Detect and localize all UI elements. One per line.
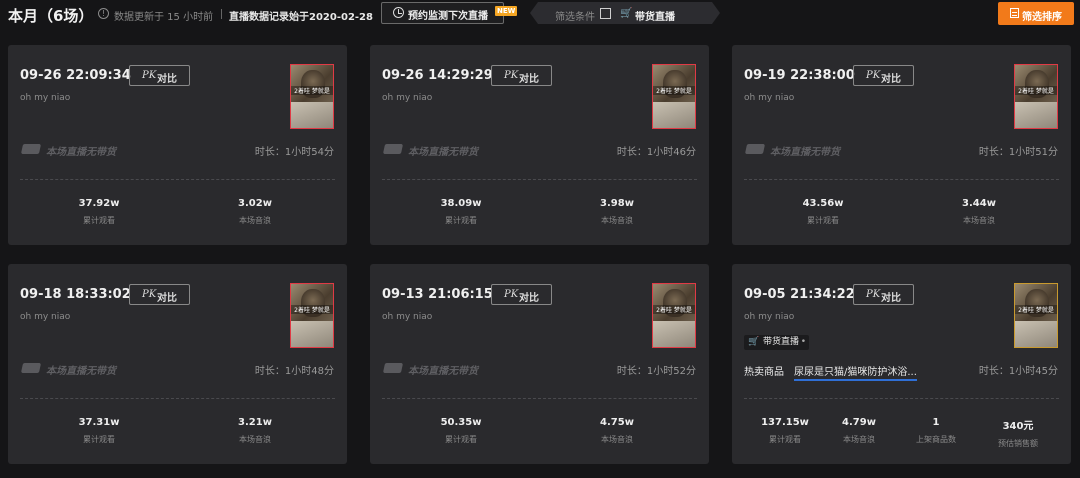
live-card[interactable]: 09-13 21:06:15 PK 对比 oh my niao 2着哇 梦就是 本… [370,264,709,464]
info-icon: ! [98,8,109,19]
live-start-time: 09-19 22:38:00 [744,68,855,83]
pk-compare-button[interactable]: PK 对比 [129,284,190,305]
new-badge: NEW [495,6,518,16]
duration: 时长：1小时45分 [978,366,1058,377]
divider [744,398,1059,399]
streamer-name: oh my niao [744,93,795,103]
stat-sales: 340元 预估销售额 [998,421,1038,448]
hot-product-link[interactable]: 尿尿是只猫/猫咪防护沐浴... [794,363,917,381]
no-goods-icon [20,144,42,154]
stat-views: 38.09w 累计观看 [440,198,482,225]
no-goods-icon [382,363,404,373]
schedule-monitor-label: 预约监测下次直播 [408,11,488,22]
divider [382,179,697,180]
sort-list-icon [1010,8,1019,18]
live-start-time: 09-05 21:34:22 [744,287,855,302]
no-goods-icon [20,363,42,373]
live-commerce-filter-label[interactable]: 带货直播 [635,8,675,23]
pk-compare-button[interactable]: PK 对比 [853,284,914,305]
live-thumbnail[interactable]: 2着哇 梦就是 [290,283,334,348]
stat-views: 37.92w 累计观看 [78,198,120,225]
dot-icon: • [800,337,807,347]
cart-icon: 🛒 [748,337,760,347]
live-card[interactable]: 09-26 22:09:34 PK 对比 oh my niao 2着哇 梦就是 本… [8,45,347,245]
schedule-monitor-button[interactable]: 预约监测下次直播 [381,2,504,24]
streamer-name: oh my niao [20,312,71,322]
live-card[interactable]: 09-18 18:33:02 PK 对比 oh my niao 2着哇 梦就是 本… [8,264,347,464]
divider [20,398,335,399]
live-thumbnail[interactable]: 2着哇 梦就是 [1014,64,1058,129]
no-goods-icon [744,144,766,154]
streamer-name: oh my niao [744,312,795,322]
live-commerce-tag: 🛒 带货直播 • [744,335,810,350]
stat-products: 1 上架商品数 [916,417,956,444]
pk-compare-button[interactable]: PK 对比 [129,65,190,86]
divider [221,9,222,19]
stat-views: 37.31w 累计观看 [78,417,120,444]
live-commerce-checkbox[interactable] [600,8,611,19]
alarm-clock-icon [393,7,404,18]
live-thumbnail[interactable]: 2着哇 梦就是 [652,64,696,129]
filter-sort-label: 筛选排序 [1022,12,1062,23]
live-start-time: 09-18 18:33:02 [20,287,131,302]
pk-compare-button[interactable]: PK 对比 [853,65,914,86]
live-card[interactable]: 09-26 14:29:29 PK 对比 oh my niao 2着哇 梦就是 本… [370,45,709,245]
divider [744,179,1059,180]
stat-sound: 3.98w 本场音浪 [600,198,634,225]
duration: 时长：1小时54分 [254,147,334,158]
pk-compare-button[interactable]: PK 对比 [491,65,552,86]
divider [20,179,335,180]
filter-label: 筛选条件 [555,12,595,23]
live-start-time: 09-26 22:09:34 [20,68,131,83]
stat-views: 43.56w 累计观看 [802,198,844,225]
duration: 时长：1小时46分 [616,147,696,158]
no-goods-icon [382,144,404,154]
live-card[interactable]: 09-19 22:38:00 PK 对比 oh my niao 2着哇 梦就是 本… [732,45,1071,245]
divider [382,398,697,399]
live-thumbnail[interactable]: 2着哇 梦就是 [1014,283,1058,348]
live-thumbnail[interactable]: 2着哇 梦就是 [290,64,334,129]
live-start-time: 09-26 14:29:29 [382,68,493,83]
stat-sound: 3.02w 本场音浪 [238,198,272,225]
stat-views: 50.35w 累计观看 [440,417,482,444]
stat-views: 137.15w 累计观看 [761,417,809,444]
live-start-time: 09-13 21:06:15 [382,287,493,302]
stat-sound: 3.44w 本场音浪 [962,198,996,225]
filter-sort-button[interactable]: 筛选排序 [998,2,1074,25]
cart-icon: 🛒 [620,8,633,19]
pk-compare-button[interactable]: PK 对比 [491,284,552,305]
streamer-name: oh my niao [382,93,433,103]
record-start: 直播数据记录始于2020-02-28 [229,12,373,23]
header: 本月（6场） ! 数据更新于 15 小时前 直播数据记录始于2020-02-28… [0,0,1080,30]
stat-sound: 4.75w 本场音浪 [600,417,634,444]
stat-sound: 3.21w 本场音浪 [238,417,272,444]
live-thumbnail[interactable]: 2着哇 梦就是 [652,283,696,348]
stat-sound: 4.79w 本场音浪 [842,417,876,444]
duration: 时长：1小时52分 [616,366,696,377]
duration: 时长：1小时51分 [978,147,1058,158]
hot-product-label: 热卖商品 [744,367,784,378]
live-card[interactable]: 09-05 21:34:22 PK 对比 oh my niao 2着哇 梦就是 🛒… [732,264,1071,464]
streamer-name: oh my niao [20,93,71,103]
duration: 时长：1小时48分 [254,366,334,377]
streamer-name: oh my niao [382,312,433,322]
page-title: 本月（6场） [8,7,94,25]
update-time: 数据更新于 15 小时前 [114,12,214,23]
